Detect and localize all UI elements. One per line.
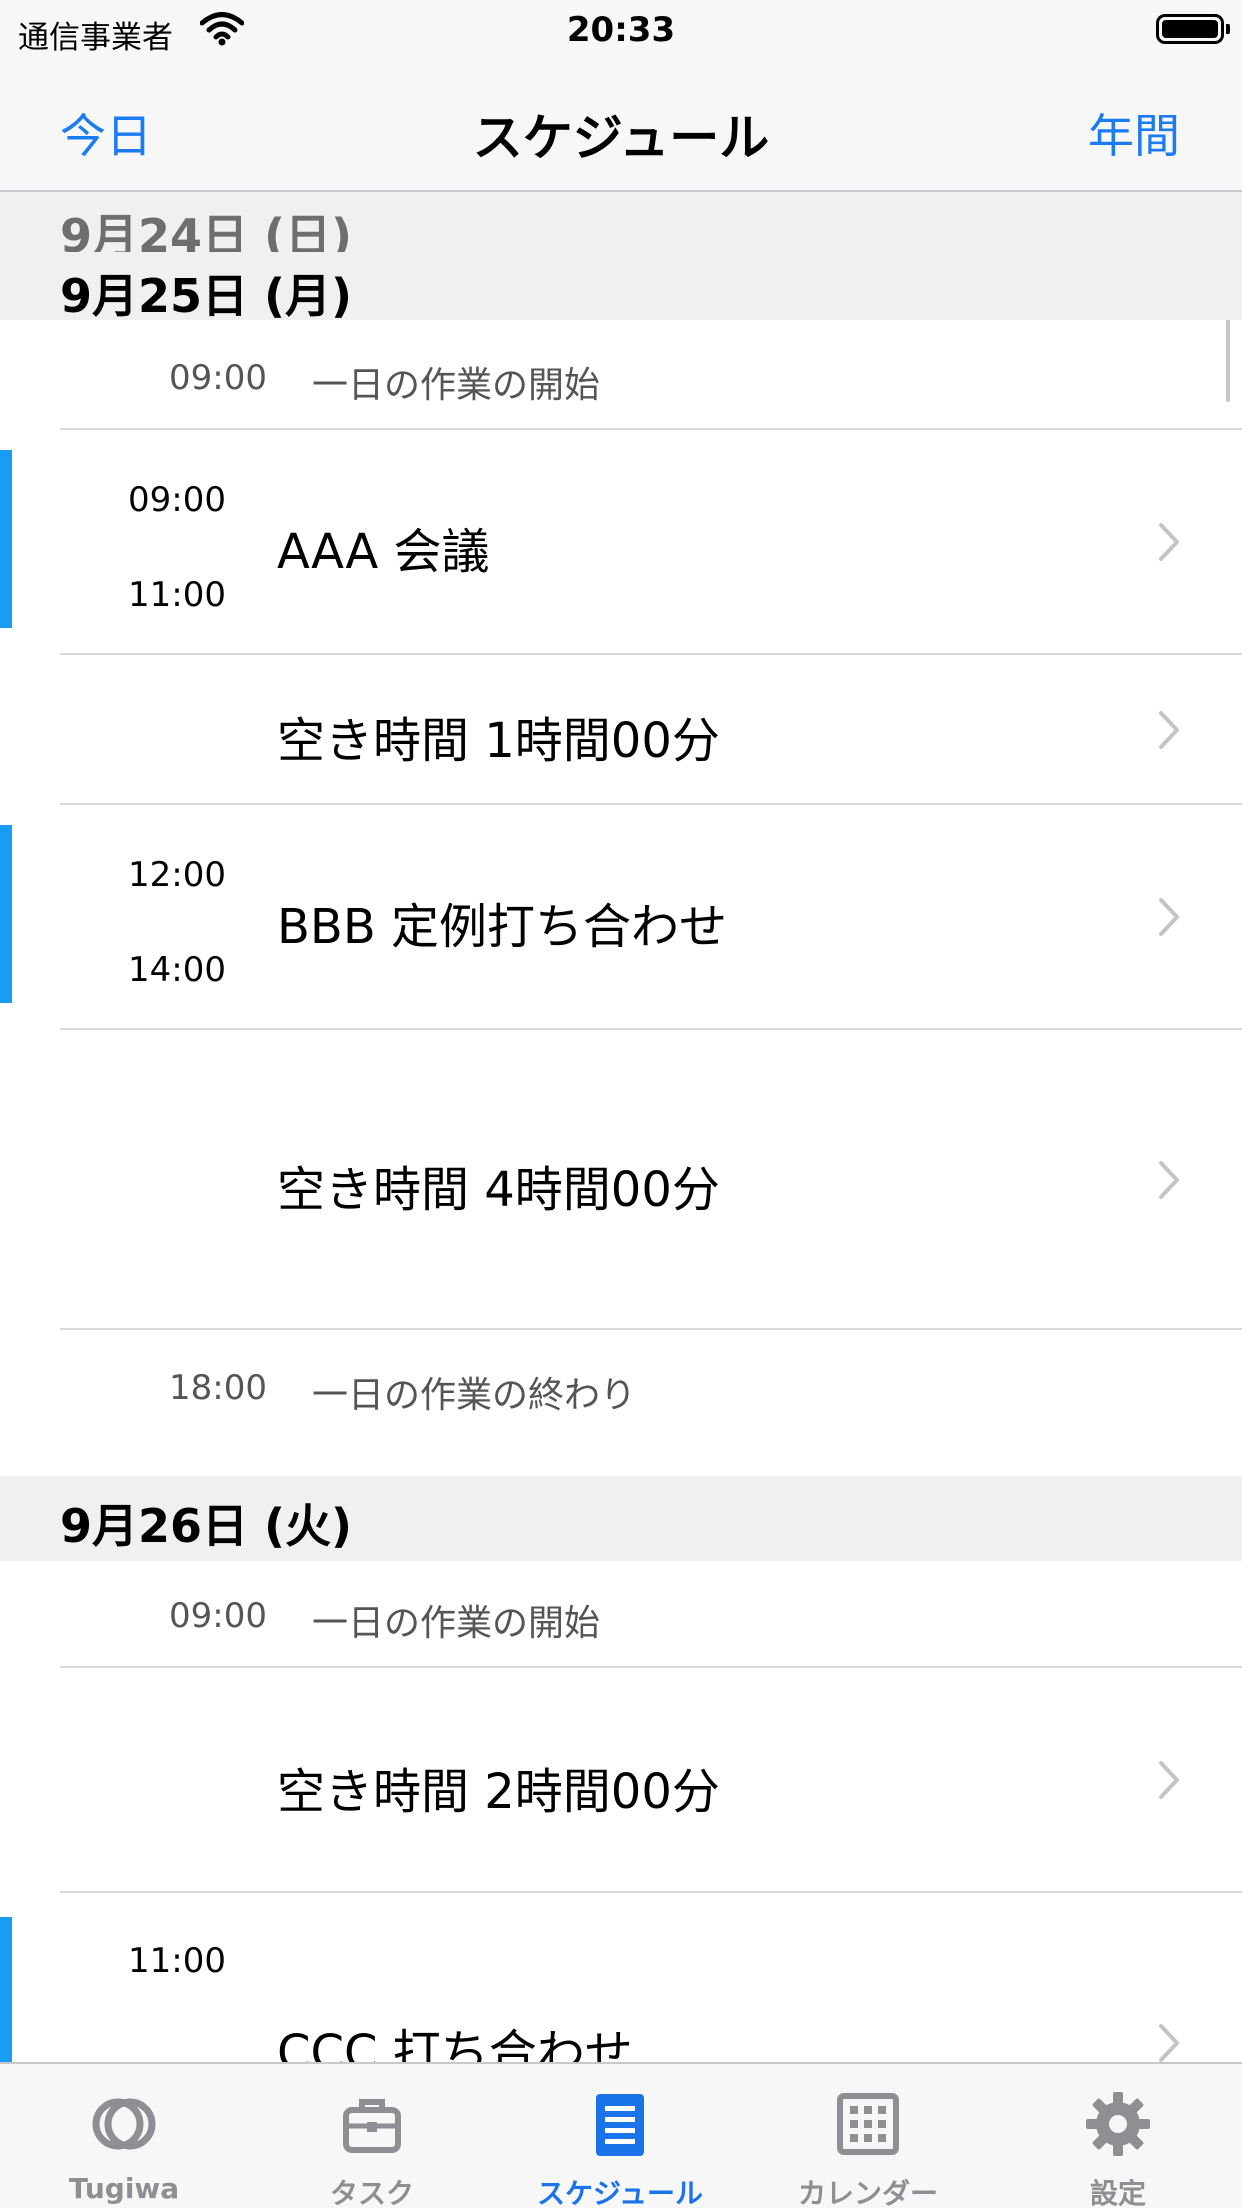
- day-start-row: 09:00 一日の作業の開始: [0, 320, 1242, 430]
- day-end-time: 18:00: [169, 1368, 267, 1408]
- battery-icon: [1156, 14, 1230, 44]
- day-start-time: 09:00: [169, 358, 267, 398]
- event-color-bar: [0, 450, 12, 628]
- day-start-label: 一日の作業の開始: [312, 1603, 601, 1644]
- tab-label: カレンダー: [797, 2177, 938, 2210]
- day-end-label: 一日の作業の終わり: [312, 1375, 637, 1416]
- tab-calendar[interactable]: カレンダー: [744, 2064, 992, 2210]
- tab-label: スケジュール: [536, 2177, 704, 2210]
- event-start-time: 12:00: [128, 855, 226, 895]
- section-header-sep26: 9月26日 (火): [0, 1476, 1242, 1561]
- navigation-bar: 今日 スケジュール 年間: [0, 60, 1242, 192]
- event-row-ccc[interactable]: 11:00 CCC 打ち合わせ: [0, 1893, 1242, 2062]
- calendar-grid-icon: [837, 2093, 899, 2155]
- free-time-row[interactable]: 空き時間 4時間00分: [0, 1030, 1242, 1330]
- schedule-list[interactable]: 9月24日 (日) 9月25日 (月) 09:00 一日の作業の開始 09:00…: [0, 192, 1242, 2062]
- chevron-right-icon: [1159, 1761, 1179, 1799]
- chevron-right-icon: [1159, 2024, 1179, 2062]
- event-color-bar: [0, 825, 12, 1003]
- tab-tasks[interactable]: タスク: [248, 2064, 496, 2210]
- list-icon: [596, 2094, 644, 2156]
- tab-label: タスク: [329, 2177, 414, 2210]
- tab-label: Tugiwa: [68, 2172, 180, 2205]
- clock: 20:33: [566, 10, 676, 50]
- event-row-bbb[interactable]: 12:00 14:00 BBB 定例打ち合わせ: [0, 805, 1242, 1030]
- event-color-bar: [0, 1917, 12, 2062]
- day-end-row: 18:00 一日の作業の終わり: [0, 1330, 1242, 1438]
- chevron-right-icon: [1159, 711, 1179, 749]
- chevron-right-icon: [1159, 1161, 1179, 1199]
- event-title: CCC 打ち合わせ: [277, 2025, 633, 2062]
- tab-tugiwa[interactable]: Tugiwa: [0, 2064, 248, 2208]
- section-header-sep24: 9月24日 (日): [0, 192, 1242, 263]
- tab-settings[interactable]: 設定: [994, 2064, 1242, 2210]
- rings-icon: [92, 2098, 156, 2150]
- free-time-title: 空き時間 2時間00分: [277, 1764, 720, 1820]
- day-start-time: 09:00: [169, 1596, 267, 1636]
- gear-icon: [1086, 2092, 1150, 2156]
- day-start-label: 一日の作業の開始: [312, 365, 601, 406]
- day-start-row: 09:00 一日の作業の開始: [0, 1560, 1242, 1668]
- tab-schedule[interactable]: スケジュール: [496, 2064, 744, 2210]
- chevron-right-icon: [1159, 523, 1179, 561]
- section-date: 9月26日 (火): [60, 1499, 353, 1553]
- tab-label: 設定: [1089, 2177, 1146, 2210]
- event-end-time: 14:00: [128, 950, 226, 990]
- free-time-row[interactable]: 空き時間 2時間00分: [0, 1668, 1242, 1893]
- chevron-right-icon: [1159, 898, 1179, 936]
- status-bar: 通信事業者 20:33: [0, 0, 1242, 60]
- section-header-sep25: 9月25日 (月): [0, 252, 1242, 323]
- page-title: スケジュール: [472, 109, 770, 167]
- free-time-title: 空き時間 1時間00分: [277, 713, 720, 769]
- year-button[interactable]: 年間: [1088, 100, 1180, 166]
- event-title: AAA 会議: [277, 524, 490, 580]
- tab-bar: Tugiwa タスク スケジュール カレンダー 設定: [0, 2062, 1242, 2210]
- briefcase-icon: [343, 2099, 401, 2153]
- section-date: 9月25日 (月): [60, 269, 353, 323]
- event-start-time: 09:00: [128, 480, 226, 520]
- event-end-time: 11:00: [128, 575, 226, 615]
- free-time-title: 空き時間 4時間00分: [277, 1162, 720, 1218]
- event-start-time: 11:00: [128, 1941, 226, 1981]
- free-time-row[interactable]: 空き時間 1時間00分: [0, 655, 1242, 805]
- event-title: BBB 定例打ち合わせ: [277, 899, 728, 955]
- event-row-aaa[interactable]: 09:00 11:00 AAA 会議: [0, 430, 1242, 655]
